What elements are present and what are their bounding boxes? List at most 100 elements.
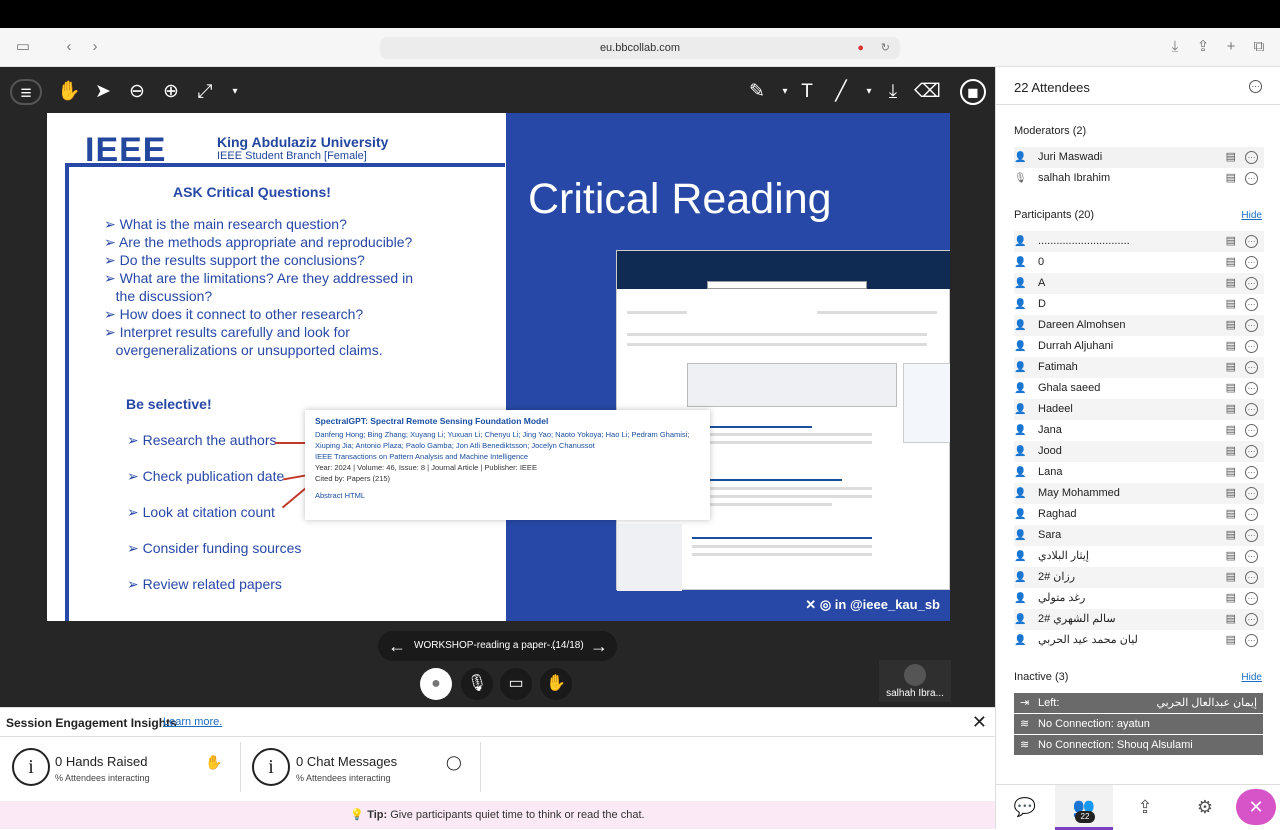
- person-icon: 👤: [1014, 152, 1027, 163]
- zoom-out-icon[interactable]: ⊖: [124, 79, 150, 105]
- participant-item[interactable]: 👤 Jana ▤ ···: [1014, 420, 1264, 441]
- speaker-tile: salhah Ibra...: [879, 660, 951, 702]
- hands-raised: 0 Hands Raised: [55, 754, 148, 769]
- share-icon[interactable]: ⇪: [1192, 36, 1214, 58]
- sidebar-icon[interactable]: ▭: [12, 36, 34, 58]
- participant-item[interactable]: 👤 Sara ▤ ···: [1014, 525, 1264, 546]
- list-icon: ▤: [1225, 172, 1236, 184]
- moderator-item[interactable]: 👤 Juri Maswadi ▤ ···: [1014, 147, 1264, 168]
- chat-tab-icon[interactable]: 💬: [996, 785, 1054, 830]
- hand-icon: ✋: [205, 754, 223, 770]
- question-item: the discussion?: [115, 288, 213, 304]
- previous-slide-icon[interactable]: ←: [388, 631, 406, 661]
- tip-label: Tip:: [367, 809, 388, 821]
- paper-cited: Cited by: Papers (215): [315, 474, 391, 483]
- participant-item[interactable]: 👤.............................. ▤ ···: [1014, 231, 1264, 252]
- clear-annotations-icon[interactable]: ⌫: [914, 79, 941, 105]
- stop-sharing-icon[interactable]: ■: [960, 79, 986, 105]
- paper-result-card: SpectralGPT: Spectral Remote Sensing Fou…: [305, 410, 710, 520]
- hide-participants-link[interactable]: Hide: [1241, 210, 1262, 221]
- pen-icon[interactable]: ✎: [744, 79, 770, 105]
- slide-heading: ASK Critical Questions!: [173, 184, 331, 200]
- participant-item[interactable]: 👤 Dareen Almohsen ▤ ···: [1014, 315, 1264, 336]
- participant-item[interactable]: 👤 May Mohammed ▤ ···: [1014, 483, 1264, 504]
- participant-item[interactable]: 👤 رغد متولي ▤ ···: [1014, 588, 1264, 609]
- next-slide-icon[interactable]: →: [590, 631, 608, 661]
- question-item: ➢ What is the main research question?: [104, 216, 347, 232]
- microphone-icon[interactable]: ●: [857, 37, 864, 59]
- participant-item[interactable]: 👤 Jood ▤ ···: [1014, 441, 1264, 462]
- moderator-item[interactable]: 🎙 salhah Ibrahim ▤ ···: [1014, 168, 1264, 189]
- university-name: King Abdulaziz University: [217, 134, 389, 150]
- info-icon: i: [252, 748, 290, 786]
- participant-item[interactable]: 👤 Raghad ▤ ···: [1014, 504, 1264, 525]
- participant-item[interactable]: 👤 A ▤ ···: [1014, 273, 1264, 294]
- selective-item: ➢ Consider funding sources: [127, 540, 302, 556]
- filter-sidebar: [617, 524, 682, 591]
- reload-icon[interactable]: ↻: [881, 37, 890, 59]
- question-item: ➢ Interpret results carefully and look f…: [104, 324, 350, 340]
- tip-text: Give participants quiet time to think or…: [390, 809, 645, 821]
- attendees-tab-icon[interactable]: 👥 22: [1055, 785, 1113, 830]
- avatar[interactable]: ●: [420, 668, 452, 700]
- learn-more-link[interactable]: Learn more.: [163, 716, 222, 728]
- download-icon[interactable]: ⤓: [1164, 36, 1186, 58]
- selective-item: ➢ Check publication date: [127, 468, 285, 484]
- participant-item[interactable]: 👤 0 ▤ ···: [1014, 252, 1264, 273]
- paper-meta: Year: 2024 | Volume: 46, Issue: 8 | Jour…: [315, 463, 537, 472]
- raise-hand-icon[interactable]: ✋: [540, 668, 572, 700]
- tip-bar: 💡 Tip: Give participants quiet time to t…: [0, 801, 995, 829]
- text-tool-icon[interactable]: T: [794, 79, 820, 105]
- participant-item[interactable]: 👤 Fatimah ▤ ···: [1014, 357, 1264, 378]
- panel-tab-bar: 💬 👥 22 ⇪ ⚙ ✕: [996, 784, 1280, 830]
- device-status-bar: [0, 0, 1280, 28]
- participant-item[interactable]: 👤 سالم الشهري #2 ▤ ···: [1014, 609, 1264, 630]
- tabs-icon[interactable]: ⧉: [1248, 36, 1270, 58]
- list-icon: ▤: [1225, 151, 1236, 163]
- save-search-box: [687, 363, 897, 407]
- hand-pan-icon[interactable]: ✋: [56, 79, 82, 105]
- selective-item: ➢ Look at citation count: [127, 504, 275, 520]
- microphone-off-icon[interactable]: 🎙: [461, 668, 493, 700]
- insights-title: Session Engagement Insights: [6, 716, 177, 730]
- chevron-down-icon[interactable]: ▾: [222, 79, 248, 105]
- participant-item[interactable]: 👤 رزان #2 ▤ ···: [1014, 567, 1264, 588]
- slide-left-panel: IEEE King Abdulaziz University IEEE Stud…: [47, 113, 506, 621]
- line-tool-icon[interactable]: ╱: [828, 79, 854, 105]
- inactive-item[interactable]: ≋ No Connection: Shouq Alsulami: [1014, 735, 1263, 755]
- attendees-title: 22 Attendees: [1014, 80, 1090, 95]
- no-connection-icon: ≋: [1020, 739, 1030, 751]
- branch-name: IEEE Student Branch [Female]: [217, 150, 367, 162]
- inactive-item[interactable]: ⇥ Left: إيمان عبدالعال الحربي: [1014, 693, 1263, 713]
- selective-heading: Be selective!: [126, 396, 212, 412]
- pointer-icon[interactable]: ➤: [90, 79, 116, 105]
- hide-inactive-link[interactable]: Hide: [1241, 672, 1262, 683]
- settings-tab-icon[interactable]: ⚙: [1176, 785, 1234, 830]
- zoom-in-icon[interactable]: ⊕: [158, 79, 184, 105]
- chevron-down-icon[interactable]: ▾: [856, 79, 882, 105]
- fit-screen-icon[interactable]: ⤢: [192, 79, 218, 105]
- inactive-item[interactable]: ≋ No Connection: ayatun: [1014, 714, 1263, 734]
- participant-item[interactable]: 👤 Lana ▤ ···: [1014, 462, 1264, 483]
- speaker-name: salhah Ibra...: [886, 688, 944, 699]
- camera-off-icon[interactable]: ▭: [500, 668, 532, 700]
- url-bar[interactable]: eu.bbcollab.com ● ↻: [380, 37, 900, 59]
- question-item: ➢ Are the methods appropriate and reprod…: [104, 234, 413, 250]
- new-tab-icon[interactable]: +: [1220, 36, 1242, 58]
- back-icon[interactable]: ‹: [58, 36, 80, 58]
- participant-item[interactable]: 👤 Hadeel ▤ ···: [1014, 399, 1264, 420]
- participant-item[interactable]: 👤 Ghala saeed ▤ ···: [1014, 378, 1264, 399]
- menu-icon[interactable]: ≡: [10, 79, 42, 105]
- participant-item[interactable]: 👤 إيثار البلادي ▤ ···: [1014, 546, 1264, 567]
- participant-item[interactable]: 👤 Durrah Aljuhani ▤ ···: [1014, 336, 1264, 357]
- more-icon: ···: [1245, 172, 1258, 185]
- close-icon[interactable]: ✕: [972, 712, 987, 733]
- close-panel-icon[interactable]: ✕: [1236, 789, 1276, 825]
- forward-icon[interactable]: ›: [84, 36, 106, 58]
- selective-item: ➢ Review related papers: [127, 576, 282, 592]
- more-options-icon[interactable]: ···: [1249, 80, 1262, 93]
- participant-item[interactable]: 👤 D ▤ ···: [1014, 294, 1264, 315]
- download-icon[interactable]: ⤓: [880, 79, 906, 105]
- share-content-tab-icon[interactable]: ⇪: [1116, 785, 1174, 830]
- participant-item[interactable]: 👤 ليان محمد عيد الحربي ▤ ···: [1014, 630, 1264, 651]
